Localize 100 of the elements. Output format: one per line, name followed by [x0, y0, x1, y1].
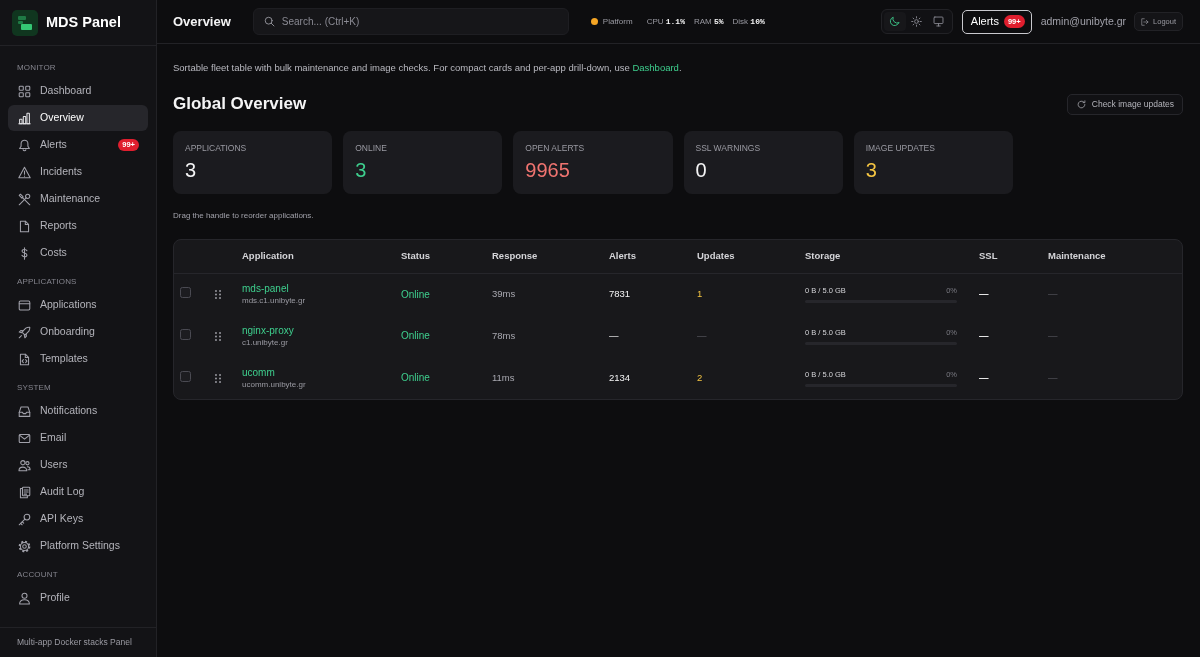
documents-icon: [18, 485, 31, 499]
bar-chart-icon: [18, 111, 31, 125]
page-title: Overview: [173, 12, 231, 31]
drag-handle-icon[interactable]: [215, 289, 221, 299]
search-field[interactable]: Search... (Ctrl+K): [252, 8, 569, 35]
nav-item[interactable]: API Keys: [8, 506, 148, 532]
nav-item[interactable]: Templates: [8, 346, 148, 372]
rocket-icon: [18, 325, 31, 339]
alert-count: 2134: [609, 371, 631, 383]
column-header: Storage: [805, 250, 841, 262]
response-time: 39ms: [492, 288, 516, 300]
logout-icon: [1141, 17, 1150, 26]
app-host: c1.unibyte.gr: [242, 338, 289, 349]
nav-item[interactable]: Applications: [8, 292, 148, 318]
settings-icon: [18, 539, 31, 553]
maintenance-status: —: [1048, 329, 1058, 341]
drag-handle-icon[interactable]: [215, 373, 221, 383]
tools-icon: [18, 192, 31, 206]
platform-label: Platform: [602, 15, 633, 28]
column-header: SSL: [979, 250, 998, 262]
monitor-icon: [933, 16, 945, 27]
column-header: Updates: [697, 250, 735, 262]
stat-label: ONLINE: [355, 143, 388, 153]
nav-item[interactable]: Audit Log: [8, 479, 148, 505]
users-icon: [18, 458, 31, 472]
app-host: mds.c1.unibyte.gr: [242, 296, 307, 307]
warning-icon: [18, 165, 31, 179]
status-text: Online: [401, 330, 430, 342]
ssl-status: —: [979, 371, 989, 383]
row-checkbox[interactable]: [180, 328, 191, 340]
stat-value: 9965: [525, 158, 571, 182]
nav-item[interactable]: Platform Settings: [8, 533, 148, 559]
metric-text: CPU 1.1%: [646, 15, 685, 28]
envelope-icon: [18, 431, 31, 445]
nav-item[interactable]: Users: [8, 452, 148, 478]
stat-value: 0: [695, 158, 708, 182]
ssl-status: —: [979, 288, 989, 300]
stat-label: OPEN ALERTS: [525, 143, 586, 153]
update-count: 2: [697, 371, 703, 383]
refresh-icon: [1076, 99, 1086, 109]
ssl-status: —: [979, 329, 989, 341]
check-updates-button[interactable]: Check image updates: [1066, 93, 1183, 115]
hint-text: Drag the handle to reorder applications.: [173, 211, 315, 221]
theme-button[interactable]: [883, 12, 906, 31]
document-icon: [18, 219, 31, 233]
update-count: 1: [697, 288, 703, 300]
logo-icon: [12, 9, 38, 36]
app-host: ucomm.unibyte.gr: [242, 380, 307, 391]
app-name-link[interactable]: nginx-proxy: [242, 324, 294, 337]
nav-item[interactable]: Reports: [8, 213, 148, 239]
update-count: —: [697, 329, 707, 341]
column-header: Response: [492, 250, 538, 262]
moon-icon: [889, 16, 901, 27]
nav-item[interactable]: Incidents: [8, 159, 148, 185]
nav-item[interactable]: Onboarding: [8, 319, 148, 345]
maintenance-status: —: [1048, 288, 1058, 300]
bell-icon: [18, 138, 31, 152]
section-heading: APPLICATIONS: [16, 276, 78, 288]
row-checkbox[interactable]: [180, 370, 191, 382]
maintenance-status: —: [1048, 371, 1058, 383]
stat-label: APPLICATIONS: [185, 143, 248, 153]
footer-text: Multi-app Docker stacks Panel: [17, 636, 132, 649]
alert-count: —: [609, 329, 619, 341]
nav-item[interactable]: Notifications: [8, 398, 148, 424]
nav-item[interactable]: Overview: [8, 105, 148, 131]
sun-icon: [911, 16, 923, 27]
nav-item[interactable]: Maintenance: [8, 186, 148, 212]
app-name-link[interactable]: mds-panel: [242, 283, 289, 296]
column-header: Alerts: [609, 250, 636, 262]
stat-label: IMAGE UPDATES: [865, 143, 936, 153]
window-icon: [18, 298, 31, 312]
page-heading: Global Overview: [173, 93, 307, 115]
column-header: Maintenance: [1048, 250, 1106, 262]
stat-label: SSL WARNINGS: [695, 143, 762, 153]
metric-text: Disk 10%: [732, 15, 765, 28]
person-icon: [18, 591, 31, 605]
stat-value: 3: [865, 158, 878, 182]
section-heading: MONITOR: [16, 62, 57, 74]
row-checkbox[interactable]: [180, 287, 191, 299]
alert-count: 7831: [609, 288, 631, 300]
nav-item[interactable]: Dashboard: [8, 78, 148, 104]
stat-value: 3: [355, 158, 368, 182]
brand-title: MDS Panel: [46, 12, 121, 32]
drag-handle-icon[interactable]: [215, 331, 221, 341]
nav-item[interactable]: Profile: [8, 585, 148, 611]
inbox-icon: [18, 404, 31, 418]
intro-text: Sortable fleet table with bulk maintenance and image checks. For compact cards and per-app drill-down, use Dashboard.: [173, 62, 683, 74]
status-text: Online: [401, 372, 430, 384]
nav-item[interactable]: Costs: [8, 240, 148, 266]
search-icon: [263, 16, 275, 27]
user-email: admin@unibyte.gr: [1040, 13, 1127, 29]
app-name-link[interactable]: ucomm: [242, 366, 275, 379]
column-header: Status: [401, 250, 431, 262]
dashboard-link[interactable]: Dashboard: [632, 62, 679, 73]
nav-item[interactable]: Email: [8, 425, 148, 451]
grid-icon: [18, 84, 31, 98]
section-heading: SYSTEM: [16, 382, 52, 394]
section-heading: ACCOUNT: [16, 569, 59, 581]
column-header: Application: [242, 250, 294, 262]
response-time: 78ms: [492, 329, 516, 341]
